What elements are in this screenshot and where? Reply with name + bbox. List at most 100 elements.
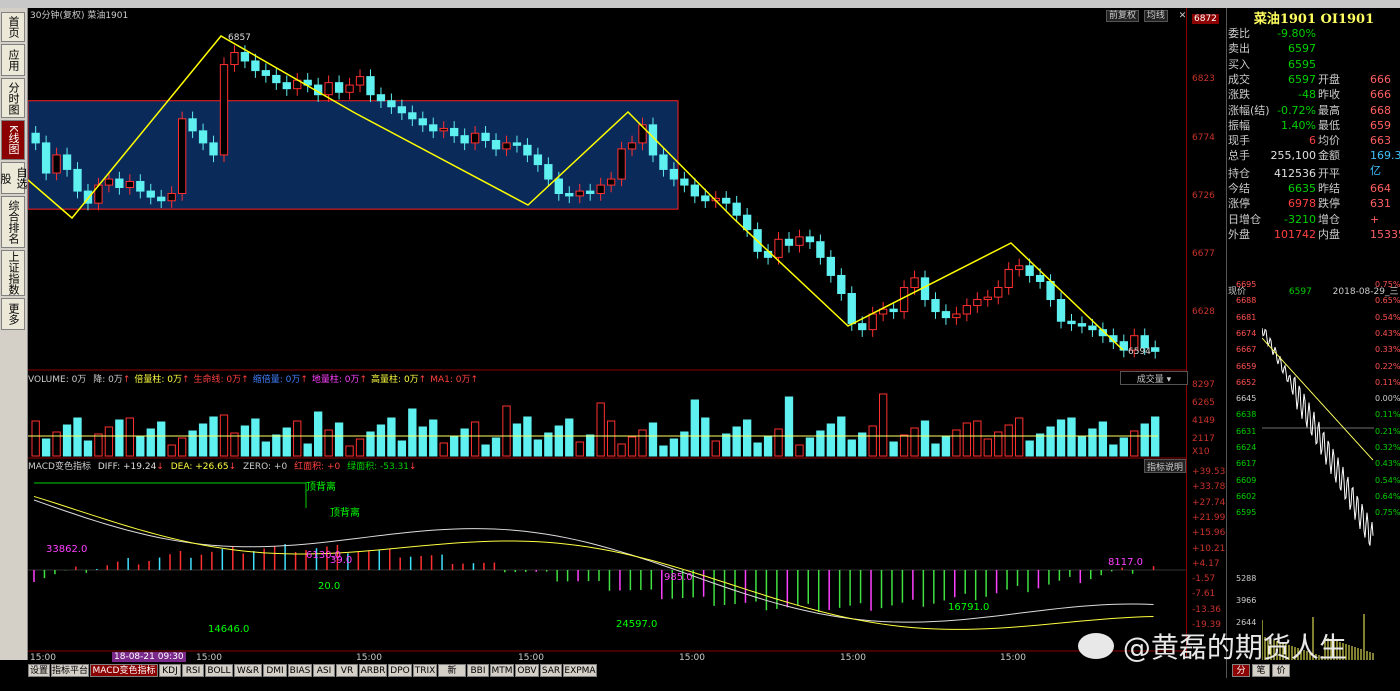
volume-bar: [94, 433, 103, 457]
nav-tab-4[interactable]: 自选股: [0, 162, 28, 194]
mini-right-axis-label: 0.11%: [1375, 377, 1400, 387]
volume-bar: [816, 430, 825, 457]
indicator-tab[interactable]: MACD变色指标: [90, 664, 158, 677]
quote-value: 666: [1370, 88, 1391, 102]
volume-dropdown[interactable]: 成交量 ▾: [1120, 371, 1188, 385]
candle-body: [366, 76, 375, 96]
indicator-tab[interactable]: OBV: [515, 664, 539, 677]
cursor-time-label: 18-08-21 09:30: [112, 652, 186, 662]
candle-body: [1004, 268, 1013, 288]
indicator-tab[interactable]: W&R: [234, 664, 262, 677]
quote-title: 菜油1901 OI1901: [1253, 12, 1375, 27]
candle-body: [565, 193, 574, 197]
candle-body: [429, 124, 438, 132]
volume-bar: [952, 429, 961, 457]
candle-body: [209, 142, 218, 156]
price-axis-label: 6872: [1192, 14, 1219, 24]
indicator-tab[interactable]: DPO: [388, 664, 412, 677]
left-nav: 首页 应用 分时图 K线图 自选股 综合排名 上证指数 更多: [0, 8, 28, 660]
indicator-tab[interactable]: ASI: [313, 664, 335, 677]
volume-bar: [146, 428, 155, 457]
indicator-tab[interactable]: BIAS: [288, 664, 312, 677]
volume-legend-item: 生命线: 0万: [193, 375, 242, 385]
candle-body: [73, 168, 82, 192]
indicator-tab[interactable]: SAR: [540, 664, 562, 677]
quote-row: 持仓 412536 开平: [1228, 166, 1400, 181]
nav-tab-0[interactable]: 首页: [1, 12, 25, 42]
volume-bar: [73, 417, 82, 457]
mini-left-axis-label: 6595: [1236, 508, 1257, 518]
volume-bar: [533, 439, 543, 457]
quote-key: 卖出: [1228, 42, 1250, 56]
volume-bar: [334, 422, 344, 457]
nav-tab-1[interactable]: 应用: [1, 44, 25, 76]
volume-bar: [198, 423, 208, 457]
quote-row: 总手 255,100 金额 169.3亿: [1228, 148, 1400, 177]
volume-bar: [596, 402, 605, 457]
macd-axis-label: +4.17: [1192, 558, 1220, 569]
indicator-tab[interactable]: DMI: [263, 664, 287, 677]
indicator-tab[interactable]: ARBR: [359, 664, 387, 677]
candle-body: [136, 180, 145, 192]
volume-title: VOLUME: 0万: [28, 375, 87, 385]
time-axis-label: 15:00: [356, 653, 382, 663]
macd-label: 8117.0: [1108, 557, 1143, 568]
macd-explain-button[interactable]: 指标说明: [1144, 459, 1186, 473]
indicator-tab[interactable]: BBI: [467, 664, 489, 677]
indicator-tab[interactable]: 指标平台: [51, 664, 89, 677]
quote-value: 6635: [1288, 182, 1316, 195]
divergence-marker: [34, 482, 307, 508]
high-price-label: 6857: [228, 33, 251, 43]
indicator-tab[interactable]: MTM: [490, 664, 514, 677]
indicator-tab[interactable]: 新DMA: [438, 664, 466, 689]
mini-intraday-chart[interactable]: [1262, 298, 1374, 660]
indicator-tab[interactable]: TRIX: [413, 664, 437, 677]
indicator-tab[interactable]: EXPMA: [563, 664, 597, 677]
quote-value: -3210: [1284, 212, 1316, 226]
indicator-tab[interactable]: RSI: [182, 664, 204, 677]
indicator-tab[interactable]: VR: [336, 664, 358, 677]
volume-bar: [303, 443, 312, 457]
candle-body: [1056, 299, 1066, 322]
watermark: @黄磊的期货人生: [1078, 626, 1347, 666]
candle-body: [690, 184, 699, 197]
candle-body: [596, 184, 605, 195]
quote-key: 昨结: [1318, 182, 1340, 195]
candle-body: [722, 197, 731, 204]
volume-bar: [188, 430, 197, 457]
quote-key: 涨停: [1228, 197, 1250, 211]
quote-value: 6978: [1288, 197, 1316, 211]
macd-axis-label: +15.96: [1192, 528, 1226, 539]
volume-bar: [397, 440, 407, 457]
volume-bar: [795, 444, 804, 457]
indicator-tab[interactable]: 设置: [28, 664, 50, 677]
mini-left-axis-label: 6645: [1236, 394, 1257, 404]
indicator-tab[interactable]: KDJ: [159, 664, 181, 677]
volume-bar: [575, 441, 584, 457]
macd-dea: DEA: +26.65: [170, 462, 229, 472]
nav-tab-6[interactable]: 上证指数: [1, 250, 25, 296]
nav-tab-2[interactable]: 分时图: [1, 78, 25, 118]
indicator-tab[interactable]: BOLL: [205, 664, 233, 677]
candle-body: [931, 299, 940, 313]
volume-bar: [805, 437, 815, 457]
macd-axis-label: +39.53: [1192, 467, 1226, 477]
nav-tab-7[interactable]: 更多: [1, 298, 25, 330]
mini-right-axis-label: 0.54%: [1375, 475, 1400, 485]
volume-bar: [701, 417, 710, 457]
candle-body: [512, 142, 522, 146]
volume-bar: [763, 435, 773, 457]
top-toolbar: [0, 0, 1400, 8]
quote-key: 涨跌: [1228, 88, 1250, 102]
volume-axis-label: 2117: [1192, 434, 1215, 444]
candle-body: [669, 168, 679, 180]
volume-bar: [1098, 421, 1108, 457]
volume-bar: [931, 443, 940, 457]
quote-key: 外盘: [1228, 227, 1250, 241]
volume-bar: [1067, 417, 1076, 457]
main-chart[interactable]: 68576594顶背离顶背离33862.06130.039.020.0985.0…: [28, 18, 1188, 668]
mini-left-axis-label: 6688: [1236, 296, 1257, 306]
nav-tab-3[interactable]: K线图: [1, 120, 25, 160]
nav-tab-5[interactable]: 综合排名: [1, 196, 25, 248]
volume-bar: [973, 420, 982, 457]
